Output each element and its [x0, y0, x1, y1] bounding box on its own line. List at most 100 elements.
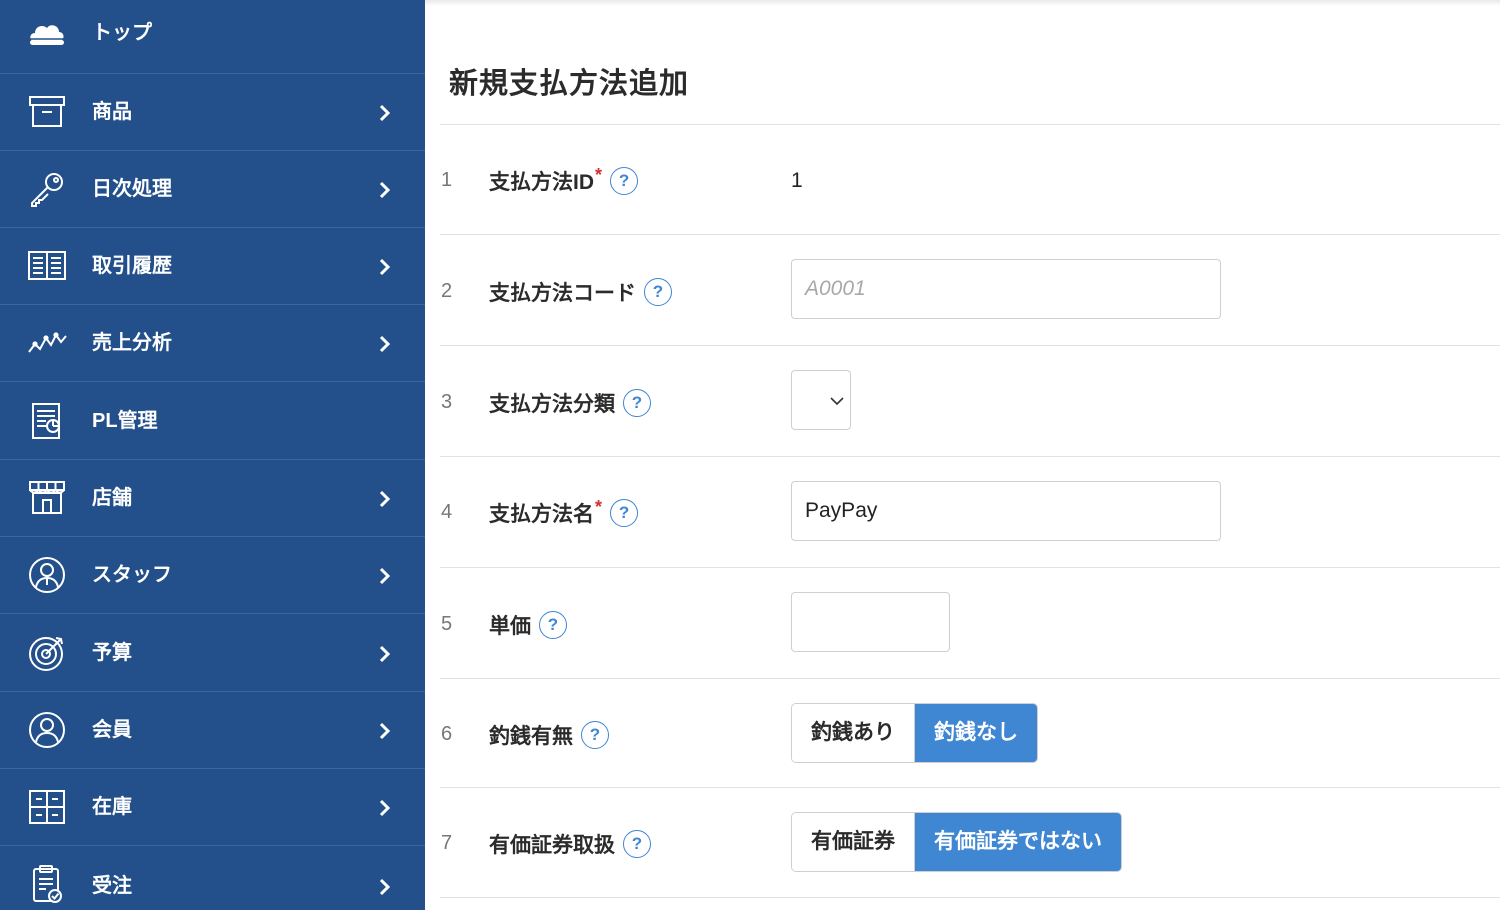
field-label-text: 単価 [489, 615, 531, 638]
required-mark: * [595, 164, 603, 185]
unit-price-input[interactable] [791, 592, 950, 652]
row-number: 3 [441, 391, 453, 413]
chevron-right-icon [376, 258, 394, 276]
field-label-text: 釣銭有無 [489, 725, 573, 748]
target-icon [26, 632, 68, 674]
payment-name-input[interactable]: PayPay [791, 481, 1221, 541]
chevron-right-icon [376, 567, 394, 585]
report-icon [26, 400, 68, 442]
sidebar-item-pl[interactable]: PL管理 [0, 383, 425, 460]
field-label-text: 支払方法名 [489, 503, 594, 526]
sidebar-item-products[interactable]: 商品 [0, 74, 425, 151]
sidebar-item-budget[interactable]: 予算 [0, 615, 425, 692]
change-toggle-group: 釣銭あり 釣銭なし [791, 703, 1038, 763]
sidebar-item-orders[interactable]: 受注 [0, 846, 425, 910]
field-label-text: 支払方法ID [489, 171, 594, 194]
divider [440, 567, 1500, 568]
field-label-text: 有価証券取扱 [489, 834, 615, 857]
chevron-right-icon [376, 645, 394, 663]
divider [440, 234, 1500, 235]
required-mark: * [595, 496, 603, 517]
chevron-right-icon [376, 490, 394, 508]
sidebar-item-label: 受注 [92, 875, 132, 897]
sidebar-item-label: トップ [92, 22, 152, 44]
sidebar-item-store[interactable]: 店舗 [0, 460, 425, 537]
clipboard-check-icon [26, 863, 68, 905]
securities-no-button[interactable]: 有価証券ではない [914, 813, 1121, 871]
divider [440, 345, 1500, 346]
storefront-icon [26, 477, 68, 519]
chevron-right-icon [376, 104, 394, 122]
chevron-right-icon [376, 722, 394, 740]
payment-id-value: 1 [791, 169, 803, 192]
payment-category-select[interactable] [791, 370, 851, 430]
row-number: 7 [441, 832, 453, 854]
help-icon[interactable]: ? [644, 278, 672, 306]
field-label-change: 釣銭有無? [489, 720, 609, 750]
sidebar-item-inventory[interactable]: 在庫 [0, 769, 425, 846]
inventory-boxes-icon [26, 786, 68, 828]
sidebar-item-staff[interactable]: スタッフ [0, 537, 425, 614]
chevron-right-icon [376, 799, 394, 817]
divider [440, 124, 1500, 125]
chevron-right-icon [376, 181, 394, 199]
row-number: 1 [441, 169, 453, 191]
staff-person-icon [26, 554, 68, 596]
field-label-payment-id: 支払方法ID *? [489, 164, 639, 196]
row-number: 6 [441, 723, 453, 745]
field-label-unit-price: 単価? [489, 610, 567, 640]
sidebar-item-label: 会員 [92, 719, 132, 741]
sidebar-item-top[interactable]: トップ [0, 0, 425, 74]
row-number: 4 [441, 501, 453, 523]
field-label-payment-category: 支払方法分類? [489, 388, 651, 418]
sidebar-item-label: 店舗 [92, 487, 132, 509]
main-content: 新規支払方法追加 1 支払方法ID *? 1 2 支払方法コード? A0001 3… [425, 0, 1500, 910]
sidebar-item-daily[interactable]: 日次処理 [0, 151, 425, 228]
member-person-icon [26, 709, 68, 751]
page-title: 新規支払方法追加 [449, 68, 690, 100]
sidebar-item-member[interactable]: 会員 [0, 692, 425, 769]
sidebar-item-label: 取引履歴 [92, 255, 172, 277]
header-shadow [425, 0, 1500, 6]
field-label-text: 支払方法分類 [489, 393, 615, 416]
open-book-icon [26, 245, 68, 287]
line-chart-icon [26, 322, 68, 364]
divider [440, 897, 1500, 898]
sidebar: トップ 商品 日次処理 取引履歴 売上分析 PL管理 店舗 スタッフ 予算 会員… [0, 0, 425, 910]
row-number: 5 [441, 613, 453, 635]
change-yes-button[interactable]: 釣銭あり [792, 704, 914, 762]
sidebar-item-label: スタッフ [92, 564, 172, 586]
help-icon[interactable]: ? [581, 721, 609, 749]
chevron-right-icon [376, 335, 394, 353]
help-icon[interactable]: ? [610, 167, 639, 195]
sidebar-item-label: 予算 [92, 642, 132, 664]
change-no-button[interactable]: 釣銭なし [914, 704, 1037, 762]
securities-yes-button[interactable]: 有価証券 [792, 813, 914, 871]
divider [440, 678, 1500, 679]
chevron-right-icon [376, 878, 394, 896]
sidebar-item-label: 日次処理 [92, 178, 172, 200]
sidebar-item-sales-analysis[interactable]: 売上分析 [0, 305, 425, 382]
sidebar-item-label: 売上分析 [92, 332, 172, 354]
row-number: 2 [441, 280, 453, 302]
archive-box-icon [26, 91, 68, 133]
sidebar-item-label: 商品 [92, 101, 132, 123]
field-label-payment-code: 支払方法コード? [489, 277, 672, 307]
securities-toggle-group: 有価証券 有価証券ではない [791, 812, 1122, 872]
divider [440, 456, 1500, 457]
field-label-payment-name: 支払方法名 *? [489, 496, 639, 528]
help-icon[interactable]: ? [610, 499, 639, 527]
chevron-down-icon [830, 397, 844, 406]
payment-code-input[interactable]: A0001 [791, 259, 1221, 319]
divider [440, 787, 1500, 788]
field-label-text: 支払方法コード [489, 282, 636, 305]
sidebar-item-label: PL管理 [92, 410, 158, 432]
cloud-icon [26, 13, 68, 55]
field-label-securities: 有価証券取扱? [489, 829, 651, 859]
sidebar-item-history[interactable]: 取引履歴 [0, 228, 425, 305]
help-icon[interactable]: ? [539, 611, 567, 639]
help-icon[interactable]: ? [623, 830, 651, 858]
key-icon [26, 168, 68, 210]
sidebar-item-label: 在庫 [92, 796, 132, 818]
help-icon[interactable]: ? [623, 389, 651, 417]
